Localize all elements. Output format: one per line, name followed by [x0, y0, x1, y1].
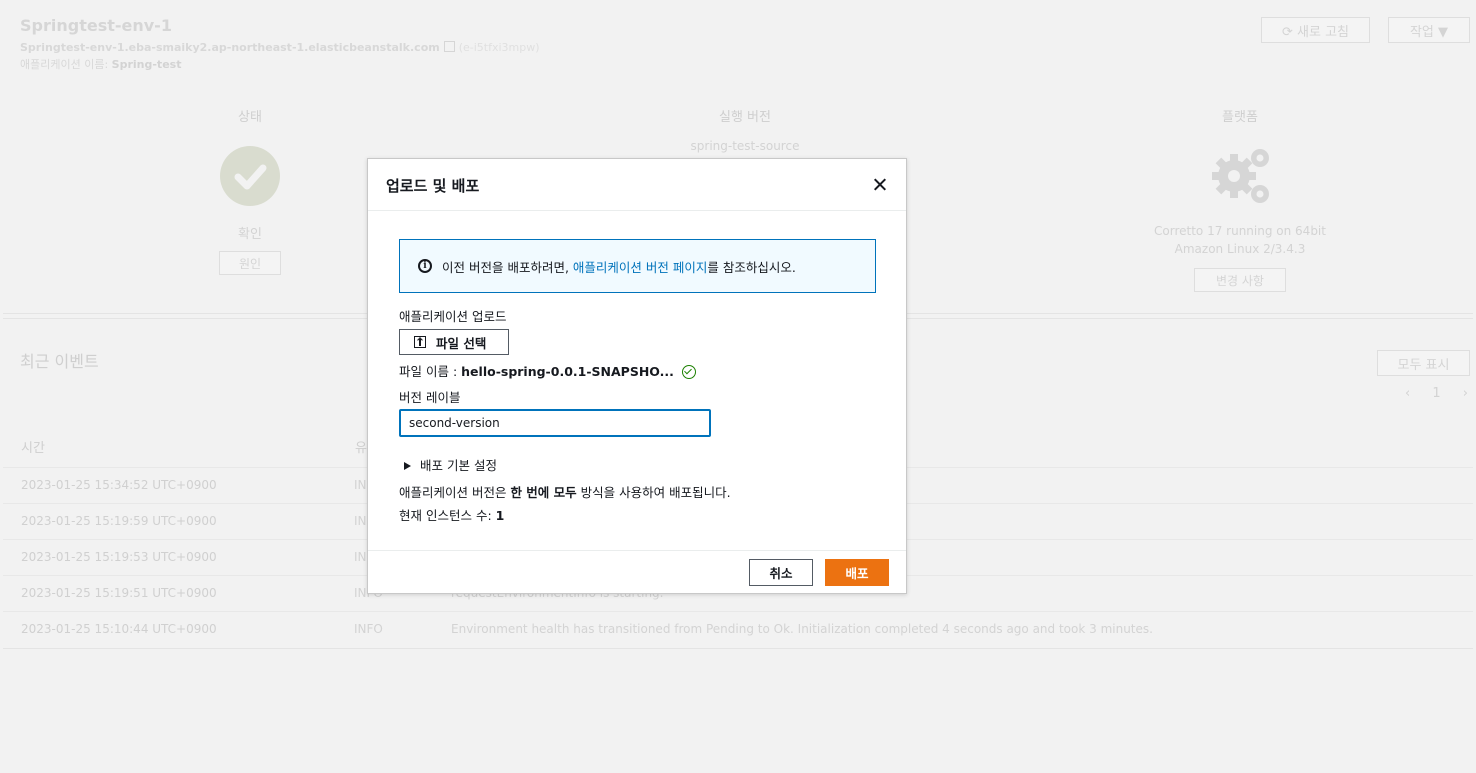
application-name-value: Spring-test	[111, 58, 182, 71]
version-label-input[interactable]	[399, 409, 711, 437]
refresh-button[interactable]: ⟳ 새로 고침	[1261, 17, 1370, 43]
caret-right-icon	[404, 462, 411, 470]
event-time: 2023-01-25 15:19:51 UTC+0900	[21, 586, 217, 600]
health-status: 확인	[238, 227, 262, 242]
event-time: 2023-01-25 15:10:44 UTC+0900	[21, 622, 217, 636]
choose-file-button[interactable]: 파일 선택	[399, 329, 509, 355]
table-row: 2023-01-25 15:10:44 UTC+0900 INFO Enviro…	[3, 611, 1473, 647]
deployment-preferences-toggle[interactable]: 배포 기본 설정	[404, 455, 497, 474]
pagination: ‹ 1 ›	[1405, 386, 1468, 401]
dialog-footer: 취소 배포	[368, 550, 906, 594]
dialog-title: 업로드 및 배포	[386, 177, 480, 195]
next-page-icon[interactable]: ›	[1463, 386, 1468, 401]
deployment-preferences-label: 배포 기본 설정	[420, 458, 497, 473]
event-time: 2023-01-25 15:19:53 UTC+0900	[21, 550, 217, 564]
cancel-button[interactable]: 취소	[749, 559, 813, 586]
event-time: 2023-01-25 15:19:59 UTC+0900	[21, 514, 217, 528]
recent-events-title: 최근 이벤트	[20, 352, 99, 371]
info-icon: i	[418, 259, 432, 273]
environment-title: Springtest-env-1	[20, 16, 172, 35]
deployment-policy-note: 애플리케이션 버전은 한 번에 모두 방식을 사용하여 배포됩니다.	[399, 482, 731, 501]
upload-and-deploy-dialog: 업로드 및 배포 i 이전 버전을 배포하려면, 애플리케이션 버전 페이지를 …	[367, 158, 907, 594]
health-causes-button[interactable]: 원인	[219, 251, 281, 275]
event-time: 2023-01-25 15:34:52 UTC+0900	[21, 478, 217, 492]
file-name-line: 파일 이름 : hello-spring-0.0.1-SNAPSHO...	[399, 361, 696, 380]
platform-line-1: Corretto 17 running on 64bit	[1154, 224, 1326, 238]
environment-url[interactable]: Springtest-env-1.eba-smaiky2.ap-northeas…	[20, 41, 540, 54]
deploy-note-suffix: 방식을 사용하여 배포됩니다.	[576, 485, 731, 500]
check-circle-icon	[681, 365, 696, 379]
gear-icon	[1204, 144, 1276, 210]
deploy-note-prefix: 애플리케이션 버전은	[399, 485, 511, 500]
health-title: 상태	[238, 110, 262, 125]
upload-icon	[414, 336, 426, 348]
info-alert: i 이전 버전을 배포하려면, 애플리케이션 버전 페이지를 참조하십시오.	[399, 239, 876, 293]
choose-file-label: 파일 선택	[436, 335, 487, 351]
environment-id: (e-i5tfxi3mpw)	[458, 41, 540, 54]
info-text: 이전 버전을 배포하려면, 애플리케이션 버전 페이지를 참조하십시오.	[442, 257, 796, 276]
application-name-line: 애플리케이션 이름: Spring-test	[20, 56, 181, 72]
column-header-type[interactable]: 유	[355, 437, 367, 456]
prev-page-icon[interactable]: ‹	[1405, 386, 1410, 401]
file-name-label: 파일 이름 :	[399, 364, 458, 379]
event-message: Environment health has transitioned from…	[451, 622, 1153, 636]
show-all-button[interactable]: 모두 표시	[1377, 350, 1470, 376]
event-type: INFO	[354, 622, 383, 636]
deploy-button[interactable]: 배포	[825, 559, 889, 586]
dialog-header: 업로드 및 배포	[368, 159, 906, 211]
instance-count-label: 현재 인스턴스 수:	[399, 508, 496, 523]
application-versions-link[interactable]: 애플리케이션 버전 페이지	[573, 260, 707, 275]
external-link-icon	[443, 41, 455, 52]
platform-title: 플랫폼	[1222, 110, 1258, 125]
deploy-policy-name: 한 번에 모두	[510, 485, 577, 500]
info-text-prefix: 이전 버전을 배포하려면,	[442, 260, 573, 275]
file-name-value: hello-spring-0.0.1-SNAPSHO...	[461, 364, 674, 379]
running-version-value[interactable]: spring-test-source	[645, 139, 845, 153]
close-icon[interactable]	[870, 175, 890, 195]
health-ok-icon	[220, 146, 280, 206]
environment-url-text[interactable]: Springtest-env-1.eba-smaiky2.ap-northeas…	[20, 41, 440, 54]
instance-count-value: 1	[495, 508, 505, 523]
application-name-label: 애플리케이션 이름:	[20, 58, 109, 71]
info-text-suffix: 를 참조하십시오.	[707, 260, 796, 275]
page-number[interactable]: 1	[1432, 386, 1440, 401]
version-label: 버전 레이블	[399, 390, 461, 405]
upload-label: 애플리케이션 업로드	[399, 309, 507, 324]
platform-change-button[interactable]: 변경 사항	[1194, 268, 1286, 292]
column-header-time[interactable]: 시간	[21, 437, 45, 456]
platform-line-2: Amazon Linux 2/3.4.3	[1174, 242, 1306, 256]
actions-button[interactable]: 작업 ▼	[1388, 17, 1470, 43]
running-version-title: 실행 버전	[719, 110, 771, 125]
instance-count-line: 현재 인스턴스 수: 1	[399, 505, 504, 524]
